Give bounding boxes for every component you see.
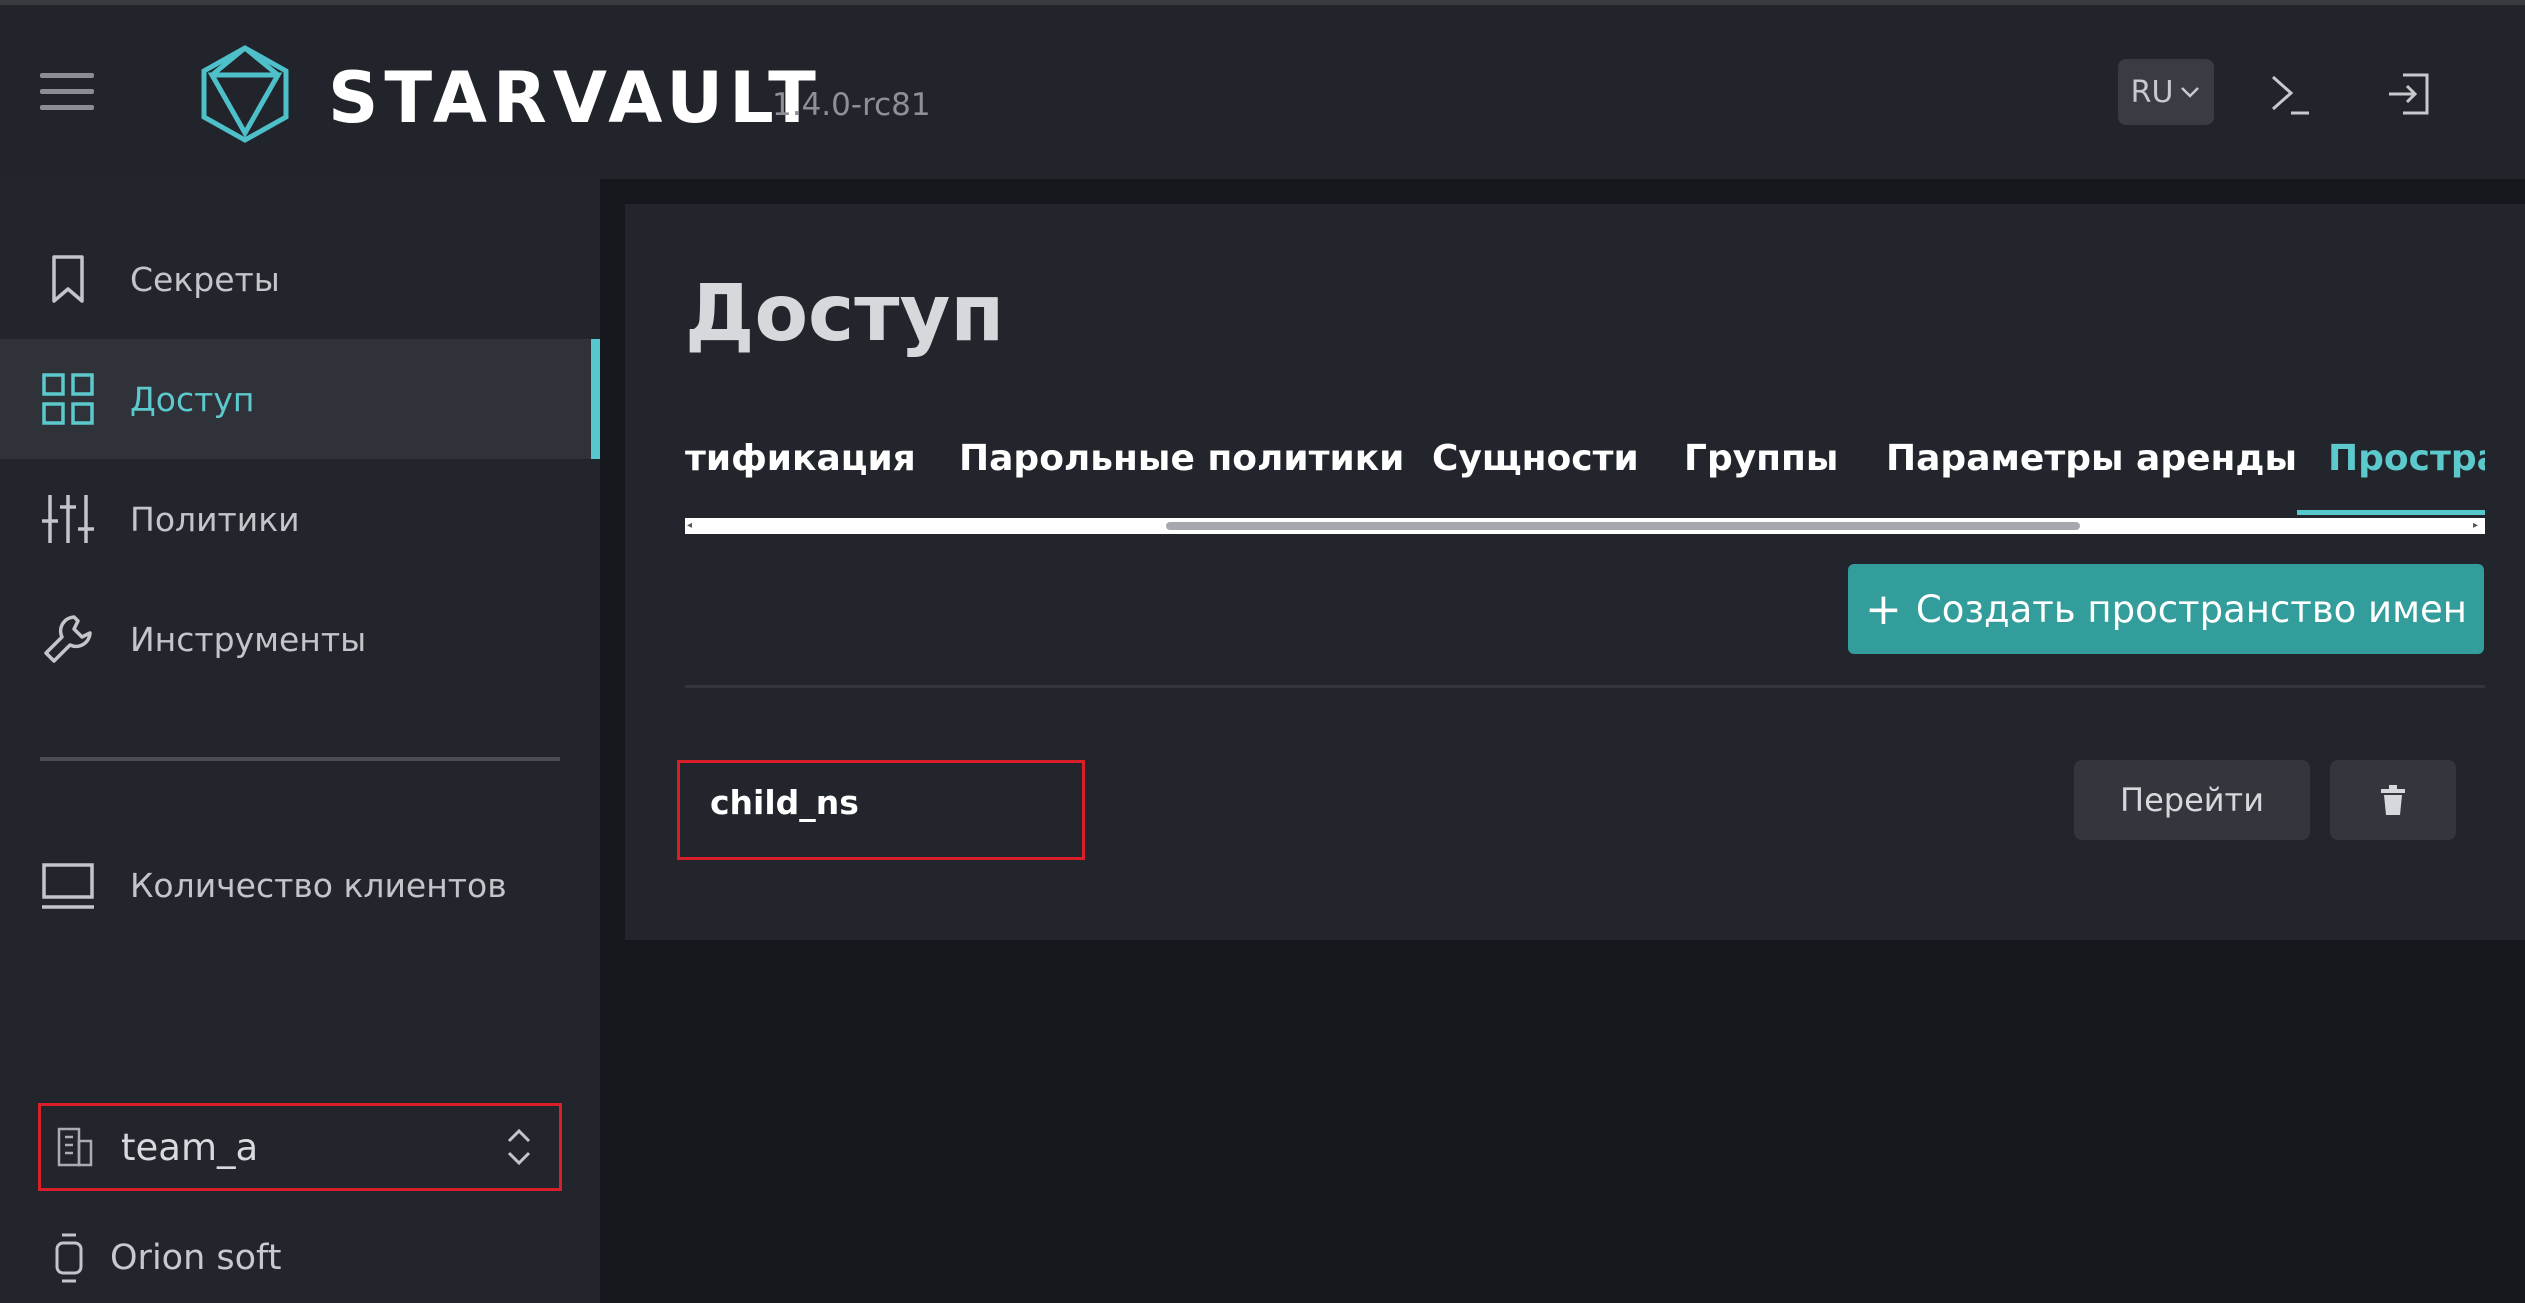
namespace-selector[interactable]: team_a [38, 1103, 562, 1191]
bookmark-icon [52, 255, 84, 303]
organization: Orion soft [50, 1230, 281, 1286]
tab-entities[interactable]: Сущности [1432, 434, 1639, 484]
active-tab-indicator [2297, 510, 2485, 515]
plus-icon: + [1865, 583, 1902, 635]
tab-lease-settings[interactable]: Параметры аренды [1886, 434, 2297, 484]
organization-name: Orion soft [110, 1238, 282, 1278]
chevron-down-icon [2181, 87, 2200, 98]
active-indicator [591, 339, 600, 459]
main-content: Доступ тификация Парольные политики Сущн… [625, 204, 2525, 940]
tab-authentication[interactable]: тификация [685, 434, 916, 484]
tab-namespaces[interactable]: Простра [2328, 434, 2485, 484]
namespace-name: child_ns [710, 783, 859, 822]
sidebar-divider [40, 757, 560, 761]
sliders-icon [42, 495, 94, 543]
watch-icon [55, 1233, 83, 1283]
go-button[interactable]: Перейти [2074, 760, 2310, 840]
language-select[interactable]: RU [2118, 59, 2214, 125]
trash-icon [2381, 785, 2405, 815]
sidebar-item-label: Доступ [130, 379, 255, 419]
tab-password-policies[interactable]: Парольные политики [959, 434, 1404, 484]
terminal-icon[interactable] [2265, 69, 2315, 119]
scroll-left-icon[interactable]: ◂ [687, 520, 692, 532]
create-namespace-label: Создать пространство имен [1915, 587, 2467, 631]
logout-icon[interactable] [2385, 69, 2435, 119]
sidebar-item-secrets[interactable]: Секреты [0, 219, 600, 339]
sidebar-item-client-count[interactable]: Количество клиентов [0, 825, 600, 945]
sidebar-item-label: Секреты [130, 259, 280, 299]
building-icon [57, 1127, 93, 1167]
brand-name: STARVAULT [328, 57, 822, 139]
sidebar-item-tools[interactable]: Инструменты [0, 579, 600, 699]
grid-icon [42, 373, 94, 425]
menu-icon[interactable] [40, 73, 94, 113]
scroll-right-icon[interactable]: ▸ [2473, 520, 2478, 532]
sidebar-item-label: Количество клиентов [130, 865, 507, 905]
app-header: STARVAULT 1.4.0-rc81 RU [0, 5, 2525, 179]
sidebar-final: Секреты Доступ Политики Инструменты Коли… [0, 179, 600, 1303]
wrench-icon [44, 615, 92, 663]
delete-button[interactable] [2330, 760, 2456, 840]
language-value: RU [2130, 74, 2174, 110]
sidebar-item-access[interactable]: Доступ [0, 339, 600, 459]
namespace-value: team_a [121, 1125, 259, 1169]
sidebar-item-label: Инструменты [130, 619, 367, 659]
create-namespace-button[interactable]: + Создать пространство имен [1848, 564, 2484, 654]
chevron-up-down-icon [507, 1128, 531, 1166]
tabs-scrollbar-thumb[interactable] [1166, 522, 2080, 530]
tab-bar: тификация Парольные политики Сущности Гр… [685, 414, 2485, 524]
sidebar-item-policies[interactable]: Политики [0, 459, 600, 579]
tab-groups[interactable]: Группы [1684, 434, 1838, 484]
app-version: 1.4.0-rc81 [772, 87, 931, 123]
page-title: Доступ [685, 269, 1005, 359]
sidebar-item-label: Политики [130, 499, 300, 539]
monitor-icon [42, 863, 94, 909]
content-divider [685, 685, 2485, 688]
namespace-row[interactable]: child_ns [677, 760, 1085, 860]
starvault-logo-icon [201, 45, 289, 143]
